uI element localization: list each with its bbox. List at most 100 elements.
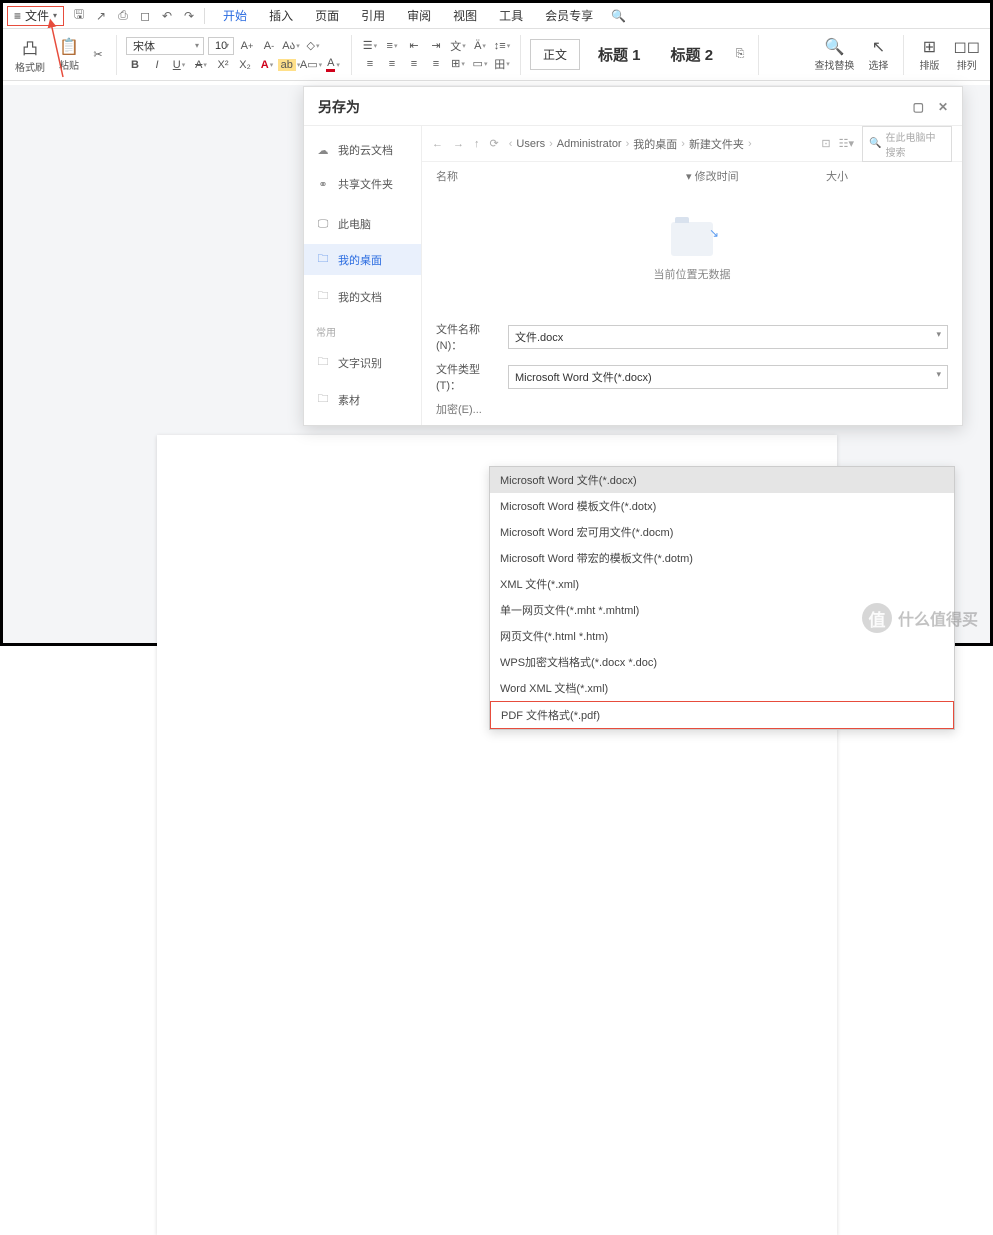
- select-button[interactable]: ↖ 选择: [866, 35, 890, 74]
- sidebar-item-desktop[interactable]: 🗀 我的桌面: [304, 244, 421, 275]
- scissors-icon[interactable]: ✂: [89, 47, 107, 63]
- refresh-icon[interactable]: ⟳: [490, 137, 499, 150]
- encrypt-link[interactable]: 加密(E)...: [436, 401, 498, 417]
- save-icon[interactable]: 🖫: [72, 9, 86, 23]
- watermark-text: 什么值得买: [898, 606, 978, 630]
- crumb[interactable]: Users: [516, 138, 545, 150]
- strikethrough-icon[interactable]: A: [192, 57, 210, 73]
- layout-icon: ⊞: [923, 37, 936, 57]
- up-icon[interactable]: ↑: [474, 138, 480, 150]
- text-direction-icon[interactable]: 文: [449, 38, 467, 54]
- align-left-icon[interactable]: ≡: [361, 56, 379, 72]
- clear-format-icon[interactable]: ◇: [304, 38, 322, 54]
- filetype-option-pdf[interactable]: PDF 文件格式(*.pdf): [490, 701, 954, 729]
- search-icon[interactable]: 🔍: [611, 9, 626, 23]
- filetype-option[interactable]: Microsoft Word 文件(*.docx): [490, 467, 954, 493]
- dialog-main-panel: ← → ↑ ⟳ ‹ Users › Administrator › 我的桌面 ›…: [422, 126, 962, 425]
- caret-down-icon: ▾: [53, 11, 57, 20]
- sidebar-item-thispc[interactable]: 🖵 此电脑: [304, 210, 421, 238]
- clipboard-icon: 📋: [59, 37, 79, 57]
- tab-review[interactable]: 审阅: [405, 3, 433, 28]
- view-options-icon[interactable]: ☷▾: [839, 137, 854, 150]
- increase-font-icon[interactable]: A+: [238, 38, 256, 54]
- forward-icon[interactable]: →: [453, 138, 464, 150]
- export-icon[interactable]: ↗: [94, 9, 108, 23]
- layout-button[interactable]: ⊞ 排版: [917, 35, 941, 74]
- style-heading-2[interactable]: 标题 2: [659, 38, 726, 71]
- sidebar-item-shared[interactable]: ⚭ 共享文件夹: [304, 170, 421, 198]
- highlight-icon[interactable]: ab: [280, 57, 298, 73]
- align-justify-icon[interactable]: ≡: [427, 56, 445, 72]
- close-icon[interactable]: ✕: [938, 100, 948, 114]
- bullet-list-icon[interactable]: ☰: [361, 38, 379, 54]
- filetype-option[interactable]: Word XML 文档(*.xml): [490, 675, 954, 701]
- tab-tools[interactable]: 工具: [497, 3, 525, 28]
- italic-icon[interactable]: I: [148, 57, 166, 73]
- new-folder-icon[interactable]: ⊡: [821, 137, 830, 150]
- style-heading-1[interactable]: 标题 1: [586, 38, 653, 71]
- align-right-icon[interactable]: ≡: [405, 56, 423, 72]
- crumb[interactable]: 我的桌面: [633, 136, 677, 152]
- filename-input[interactable]: 文件.docx: [508, 325, 948, 349]
- decrease-indent-icon[interactable]: ⇤: [405, 38, 423, 54]
- filetype-option[interactable]: Microsoft Word 宏可用文件(*.docm): [490, 519, 954, 545]
- sidebar-item-documents[interactable]: 🗀 我的文档: [304, 281, 421, 312]
- columns-icon[interactable]: ⊞: [449, 56, 467, 72]
- maximize-icon[interactable]: ▢: [913, 100, 924, 114]
- ribbon: 凸 格式刷 📋 粘贴 ✂ 宋体 10 A+ A- Aა ◇ B I U A X²…: [3, 29, 990, 81]
- bold-icon[interactable]: B: [126, 57, 144, 73]
- font-color-icon[interactable]: A: [324, 57, 342, 73]
- filetype-option[interactable]: WPS加密文档格式(*.docx *.doc): [490, 649, 954, 675]
- sidebar-item-cloud[interactable]: ☁ 我的云文档: [304, 136, 421, 164]
- borders-icon[interactable]: 田: [493, 56, 511, 72]
- tab-insert[interactable]: 插入: [267, 3, 295, 28]
- underline-icon[interactable]: U: [170, 57, 188, 73]
- col-name[interactable]: 名称: [436, 168, 646, 184]
- style-normal[interactable]: 正文: [530, 39, 580, 70]
- crumb[interactable]: Administrator: [557, 138, 622, 150]
- col-size[interactable]: 大小: [826, 168, 886, 184]
- arrange-button[interactable]: ◻◻ 排列: [951, 35, 982, 74]
- sidebar-item-ocr[interactable]: 🗀 文字识别: [304, 347, 421, 378]
- filetype-option[interactable]: Microsoft Word 模板文件(*.dotx): [490, 493, 954, 519]
- find-replace-button[interactable]: 🔍 查找替换: [812, 35, 856, 74]
- increase-indent-icon[interactable]: ⇥: [427, 38, 445, 54]
- text-effects-icon[interactable]: A: [258, 57, 276, 73]
- tab-view[interactable]: 视图: [451, 3, 479, 28]
- align-center-icon[interactable]: ≡: [383, 56, 401, 72]
- subscript-icon[interactable]: X₂: [236, 57, 254, 73]
- sidebar-item-materials[interactable]: 🗀 素材: [304, 384, 421, 415]
- tab-page[interactable]: 页面: [313, 3, 341, 28]
- align-distribute-icon[interactable]: Ä: [471, 38, 489, 54]
- filetype-dropdown[interactable]: Microsoft Word 文件(*.docx): [508, 365, 948, 389]
- filetype-option[interactable]: Microsoft Word 带宏的模板文件(*.dotm): [490, 545, 954, 571]
- undo-icon[interactable]: ↶: [160, 9, 174, 23]
- crumb[interactable]: 新建文件夹: [689, 136, 744, 152]
- styles-expand-icon[interactable]: ⎘: [731, 47, 749, 63]
- paragraph-shading-icon[interactable]: ▭: [471, 56, 489, 72]
- font-family-dropdown[interactable]: 宋体: [126, 37, 204, 55]
- arrange-icon: ◻◻: [953, 37, 980, 57]
- preview-icon[interactable]: ◻: [138, 9, 152, 23]
- print-icon[interactable]: ⎙: [116, 9, 130, 23]
- redo-icon[interactable]: ↷: [182, 9, 196, 23]
- search-input[interactable]: 🔍 在此电脑中搜索: [862, 126, 952, 162]
- font-size-dropdown[interactable]: 10: [208, 37, 234, 55]
- breadcrumbs: ‹ Users › Administrator › 我的桌面 › 新建文件夹 ›: [509, 136, 752, 152]
- numbered-list-icon[interactable]: ≡: [383, 38, 401, 54]
- change-case-icon[interactable]: Aა: [282, 38, 300, 54]
- col-modified[interactable]: ▾ 修改时间: [686, 168, 786, 184]
- filetype-option[interactable]: XML 文件(*.xml): [490, 571, 954, 597]
- tab-references[interactable]: 引用: [359, 3, 387, 28]
- back-icon[interactable]: ←: [432, 138, 443, 150]
- tab-start[interactable]: 开始: [221, 3, 249, 28]
- file-menu-button[interactable]: ≡ 文件 ▾: [7, 6, 64, 26]
- line-spacing-icon[interactable]: ↕≡: [493, 38, 511, 54]
- format-painter-button[interactable]: 凸 格式刷: [11, 33, 49, 76]
- paste-button[interactable]: 📋 粘贴: [55, 35, 83, 74]
- quick-access-toolbar: 🖫 ↗ ⎙ ◻ ↶ ↷: [72, 9, 196, 23]
- superscript-icon[interactable]: X²: [214, 57, 232, 73]
- decrease-font-icon[interactable]: A-: [260, 38, 278, 54]
- shading-icon[interactable]: A▭: [302, 57, 320, 73]
- tab-membership[interactable]: 会员专享: [543, 3, 595, 28]
